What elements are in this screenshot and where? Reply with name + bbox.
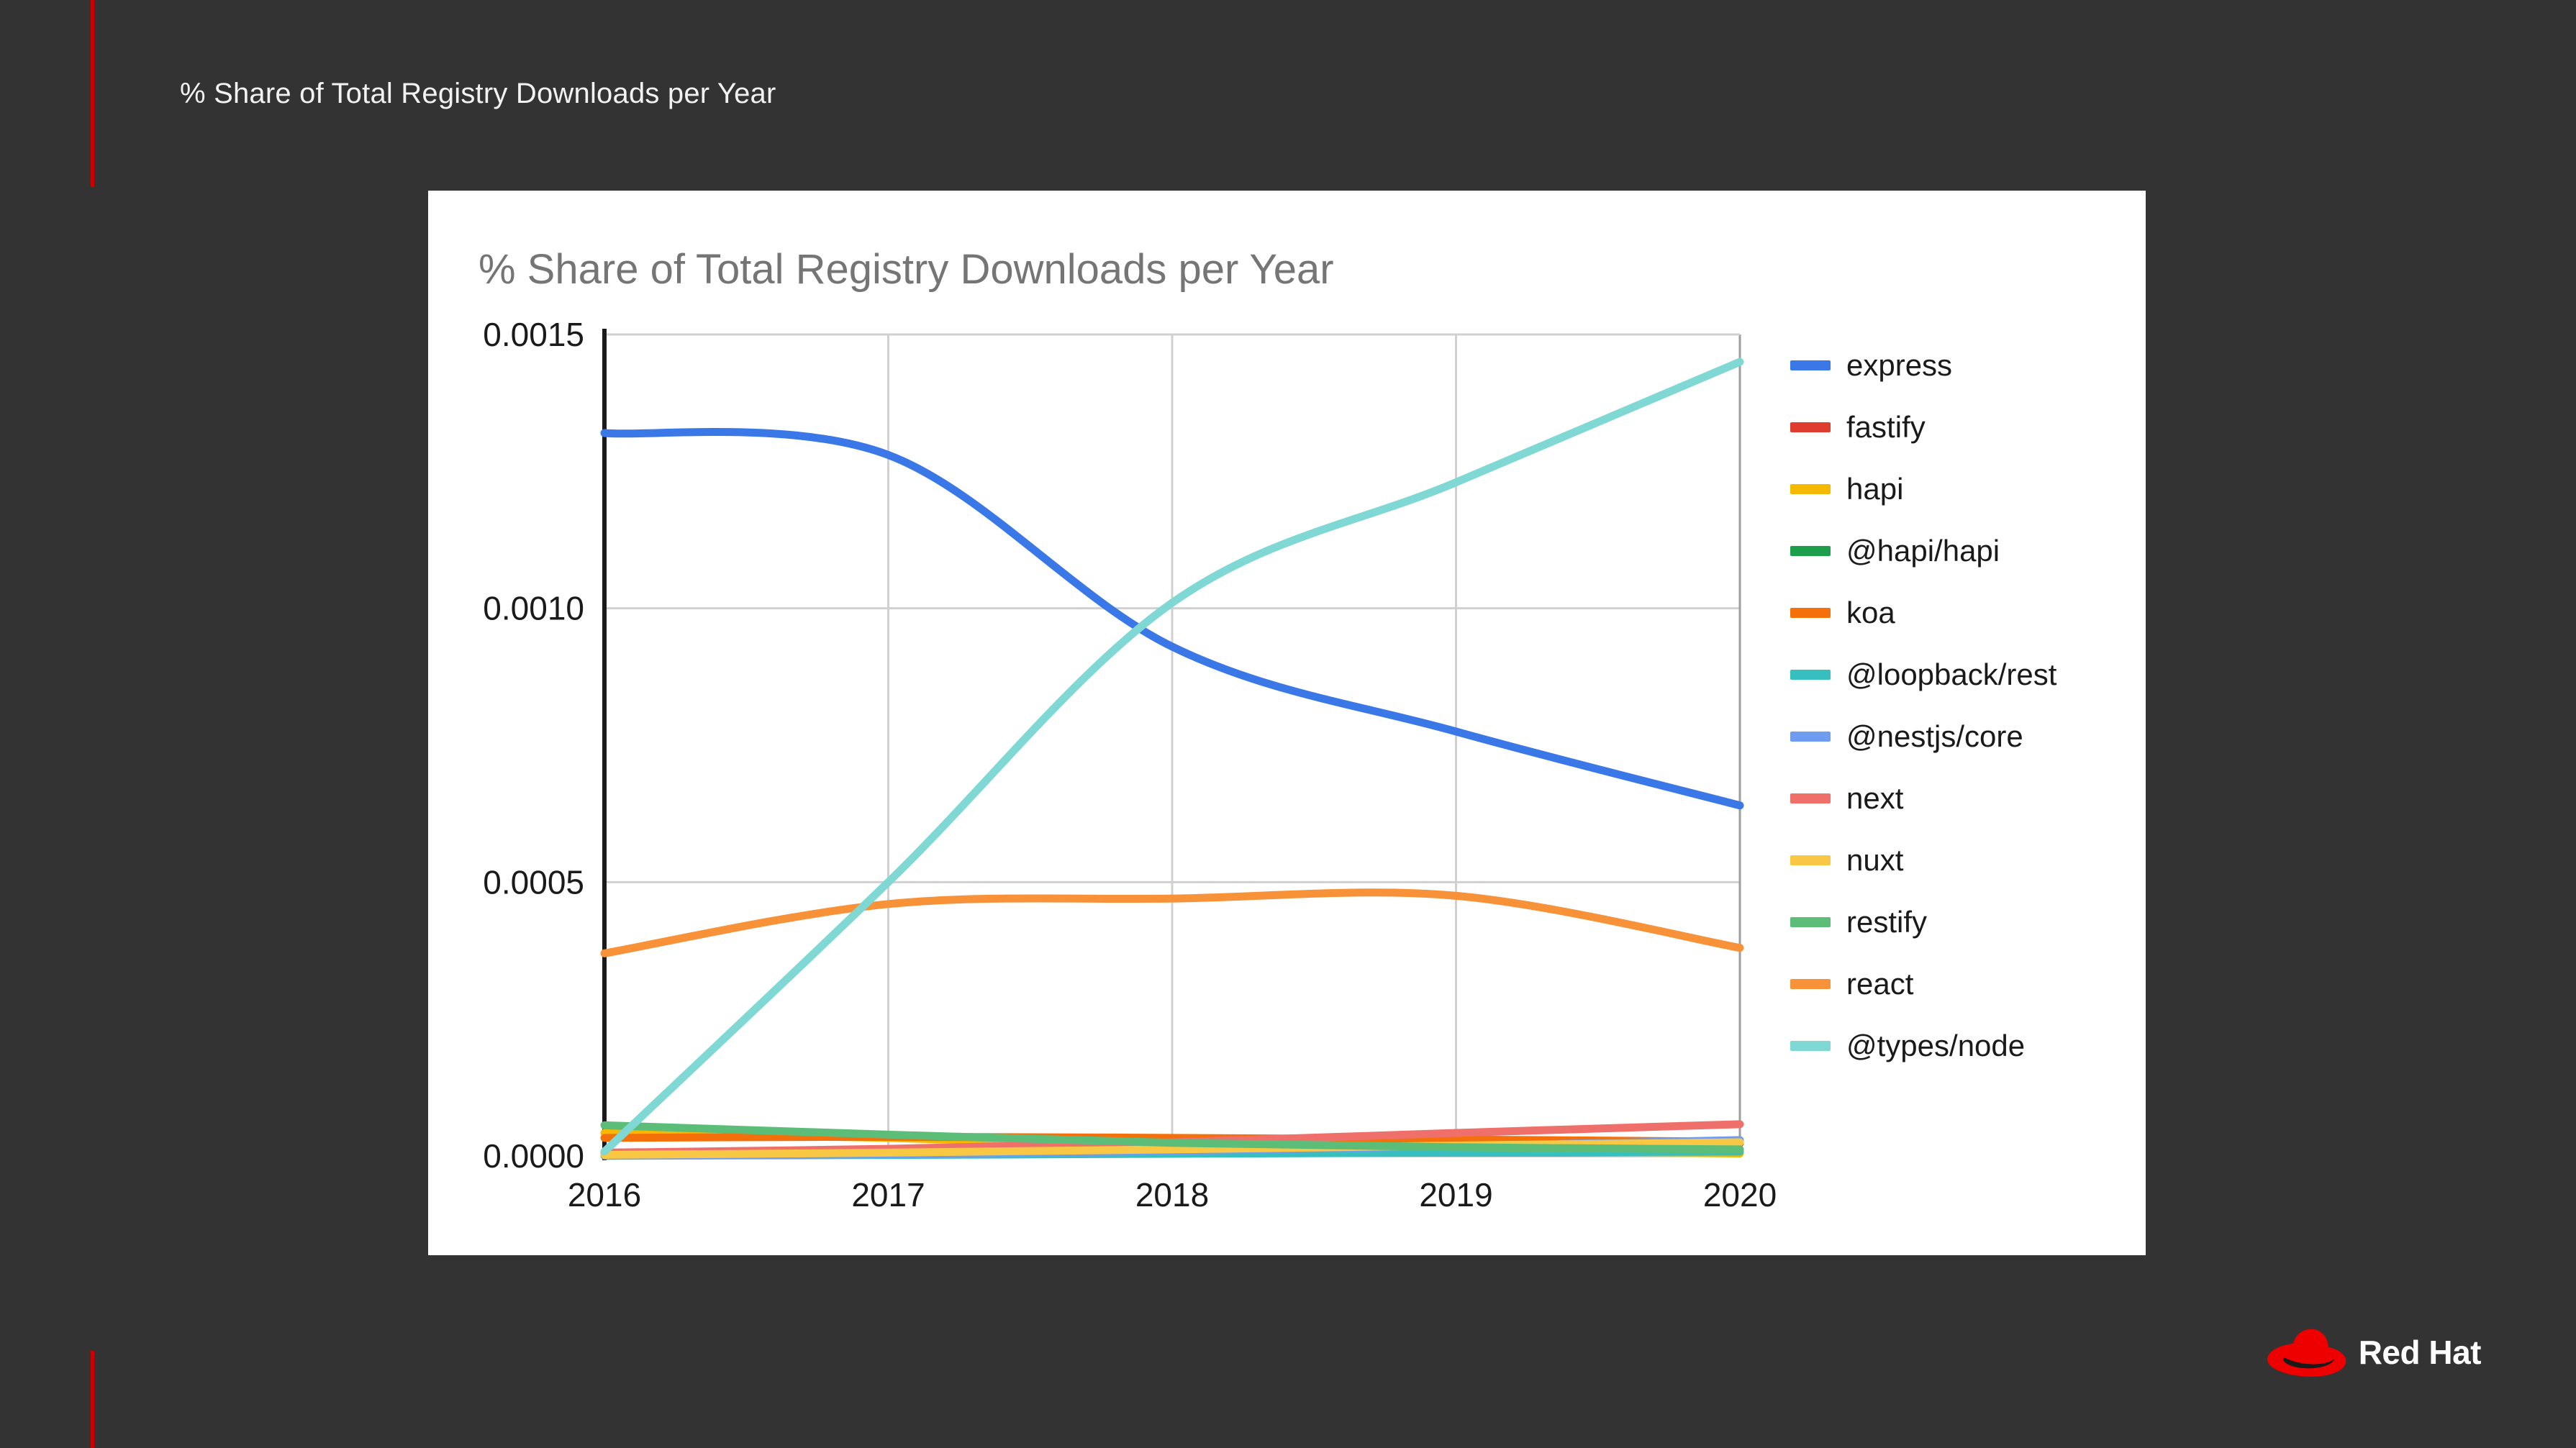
legend-item[interactable]: hapi <box>1790 458 2136 520</box>
red-hat-wordmark: Red Hat <box>2358 1333 2482 1371</box>
legend-item[interactable]: express <box>1790 334 2136 396</box>
legend-item[interactable]: @nestjs/core <box>1790 706 2136 768</box>
legend-label: fastify <box>1846 410 1926 444</box>
chart-title: % Share of Total Registry Downloads per … <box>479 246 1334 293</box>
line-chart-svg: 0.0000 0.0005 0.0010 0.0015 2016 2017 2018 2019… <box>483 317 1777 1214</box>
legend-label: @types/node <box>1846 1029 2026 1062</box>
red-hat-logo: Red Hat <box>2265 1318 2482 1386</box>
accent-bar-top <box>91 0 94 187</box>
y-axis-tick-label: 0.0005 <box>483 863 584 901</box>
legend-label: hapi <box>1846 472 1904 506</box>
legend-item[interactable]: fastify <box>1790 396 2136 458</box>
chart-card: % Share of Total Registry Downloads per … <box>428 191 2146 1255</box>
legend-label: next <box>1846 781 1904 815</box>
x-axis-tick-label: 2016 <box>568 1176 641 1214</box>
legend-item[interactable]: nuxt <box>1790 829 2136 891</box>
legend-swatch-icon <box>1790 484 1831 494</box>
legend-item[interactable]: react <box>1790 953 2136 1015</box>
legend-swatch-icon <box>1790 360 1831 370</box>
legend-swatch-icon <box>1790 855 1831 865</box>
slide-canvas: % Share of Total Registry Downloads per … <box>0 0 2576 1448</box>
chart-legend: express fastify hapi @hapi/hapi koa @loopback… <box>1790 334 2136 1077</box>
legend-swatch-icon <box>1790 1041 1831 1051</box>
legend-label: express <box>1846 348 1953 382</box>
legend-label: koa <box>1846 596 1895 629</box>
legend-item[interactable]: restify <box>1790 891 2136 953</box>
legend-label: nuxt <box>1846 843 1904 877</box>
legend-label: react <box>1846 967 1914 1001</box>
accent-bar-bottom <box>91 1351 94 1448</box>
chart-body: 0.0000 0.0005 0.0010 0.0015 2016 2017 2018 2019… <box>428 317 2146 1255</box>
legend-item[interactable]: koa <box>1790 582 2136 644</box>
legend-swatch-icon <box>1790 732 1831 742</box>
y-axis-tick-label: 0.0010 <box>483 590 584 627</box>
x-axis-tick-label: 2019 <box>1419 1176 1492 1214</box>
legend-swatch-icon <box>1790 793 1831 803</box>
y-axis-tick-label: 0.0015 <box>483 317 584 353</box>
x-axis-tick-label: 2020 <box>1703 1176 1777 1214</box>
legend-swatch-icon <box>1790 670 1831 680</box>
red-hat-hat-icon <box>2267 1329 2346 1377</box>
slide-title: % Share of Total Registry Downloads per … <box>180 78 776 109</box>
legend-label: @loopback/rest <box>1846 657 2057 691</box>
legend-swatch-icon <box>1790 917 1831 927</box>
legend-swatch-icon <box>1790 422 1831 432</box>
legend-swatch-icon <box>1790 546 1831 556</box>
y-axis-tick-label: 0.0000 <box>483 1137 584 1175</box>
legend-label: @nestjs/core <box>1846 719 2023 753</box>
legend-label: @hapi/hapi <box>1846 534 2000 568</box>
legend-item[interactable]: @types/node <box>1790 1015 2136 1077</box>
plot-area: 0.0000 0.0005 0.0010 0.0015 2016 2017 2018 2019… <box>428 317 1781 1255</box>
legend-item[interactable]: @hapi/hapi <box>1790 520 2136 582</box>
legend-item[interactable]: @loopback/rest <box>1790 644 2136 706</box>
x-axis-tick-label: 2018 <box>1135 1176 1209 1214</box>
legend-swatch-icon <box>1790 608 1831 618</box>
legend-swatch-icon <box>1790 979 1831 989</box>
legend-label: restify <box>1846 905 1928 939</box>
x-axis-tick-label: 2017 <box>851 1176 925 1214</box>
legend-item[interactable]: next <box>1790 768 2136 829</box>
